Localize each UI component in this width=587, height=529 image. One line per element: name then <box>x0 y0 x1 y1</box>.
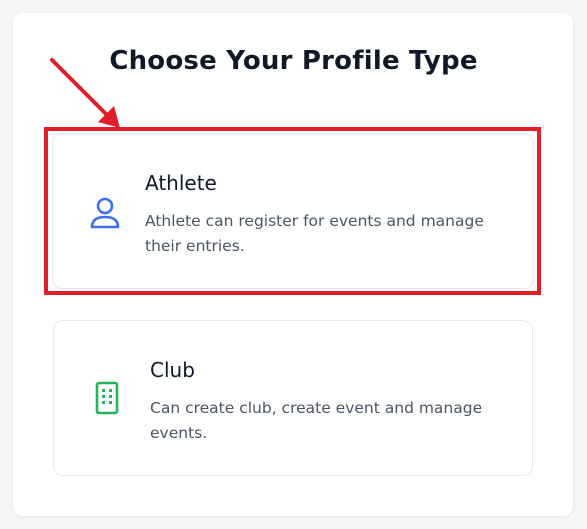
user-icon <box>90 197 120 229</box>
club-description: Can create club, create event and manage… <box>150 399 483 442</box>
athlete-description: Athlete can register for events and mana… <box>145 212 484 255</box>
annotation-arrow-icon <box>50 58 120 128</box>
athlete-option-card[interactable]: Athlete Athlete can register for events … <box>52 133 534 289</box>
building-icon <box>95 381 119 415</box>
athlete-title: Athlete <box>145 171 217 195</box>
club-title: Club <box>150 358 195 382</box>
club-option-card[interactable]: Club Can create club, create event and m… <box>53 320 533 476</box>
